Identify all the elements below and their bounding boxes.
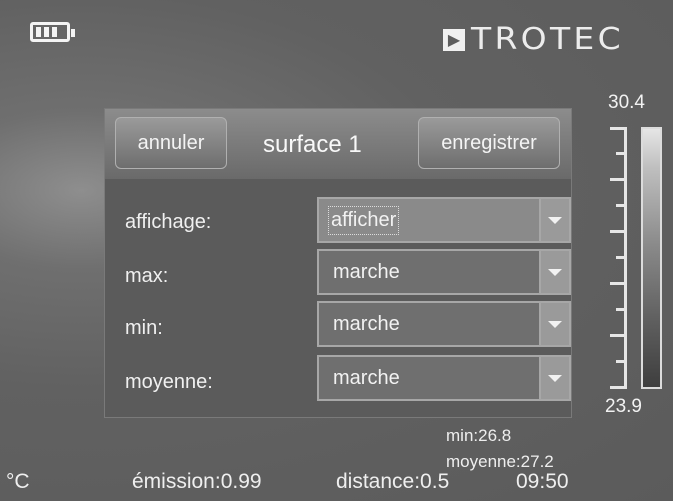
average-label: moyenne: xyxy=(125,371,213,393)
scale-tick xyxy=(610,334,624,337)
scale-tick xyxy=(610,178,624,181)
surface-settings-dialog: annuler surface 1 enregistrer affichage:… xyxy=(104,108,572,418)
scale-tick xyxy=(616,308,624,311)
min-label: min: xyxy=(125,317,163,339)
display-value: afficher xyxy=(327,206,400,235)
status-footer: °C émission:0.99 distance:0.5 09:50 xyxy=(0,470,673,498)
scale-tick xyxy=(610,127,624,130)
average-reading: moyenne:27.2 xyxy=(446,452,554,471)
average-value: marche xyxy=(333,367,400,389)
battery-bar xyxy=(52,27,57,37)
trotec-logo: ▶ TROTEC xyxy=(443,22,621,57)
clock: 09:50 xyxy=(516,470,569,493)
max-label: max: xyxy=(125,265,169,287)
scale-tick xyxy=(610,386,624,389)
logo-mark: ▶ xyxy=(443,28,465,51)
display-select[interactable]: afficher xyxy=(317,197,571,243)
scale-tick xyxy=(616,256,624,259)
display-label: affichage: xyxy=(125,211,212,233)
dialog-header: annuler surface 1 enregistrer xyxy=(105,109,571,179)
max-value: marche xyxy=(333,261,400,283)
scale-ruler xyxy=(610,127,627,389)
cancel-button[interactable]: annuler xyxy=(115,117,227,169)
chevron-down-icon[interactable] xyxy=(539,357,569,399)
chevron-down-icon[interactable] xyxy=(539,199,569,241)
chevron-down-icon[interactable] xyxy=(539,303,569,345)
scale-tick xyxy=(616,360,624,363)
scale-max-value: 30.4 xyxy=(608,92,645,113)
emission-readout: émission:0.99 xyxy=(132,470,262,493)
scale-min-value: 23.9 xyxy=(605,396,642,417)
logo-text: TROTEC xyxy=(471,22,624,57)
scale-tick xyxy=(610,230,624,233)
battery-bar xyxy=(44,27,49,37)
average-select[interactable]: marche xyxy=(317,355,571,401)
max-select[interactable]: marche xyxy=(317,249,571,295)
scale-tick xyxy=(610,282,624,285)
battery-bar xyxy=(36,27,41,37)
min-value: marche xyxy=(333,313,400,335)
battery-icon xyxy=(30,22,75,42)
temperature-color-bar xyxy=(641,127,662,389)
save-button[interactable]: enregistrer xyxy=(418,117,560,169)
distance-readout: distance:0.5 xyxy=(336,470,450,493)
dialog-title: surface 1 xyxy=(263,131,362,158)
scale-tick xyxy=(616,204,624,207)
scale-tick xyxy=(616,152,624,155)
min-reading: min:26.8 xyxy=(446,426,512,445)
unit-label: °C xyxy=(6,470,30,493)
min-select[interactable]: marche xyxy=(317,301,571,347)
chevron-down-icon[interactable] xyxy=(539,251,569,293)
